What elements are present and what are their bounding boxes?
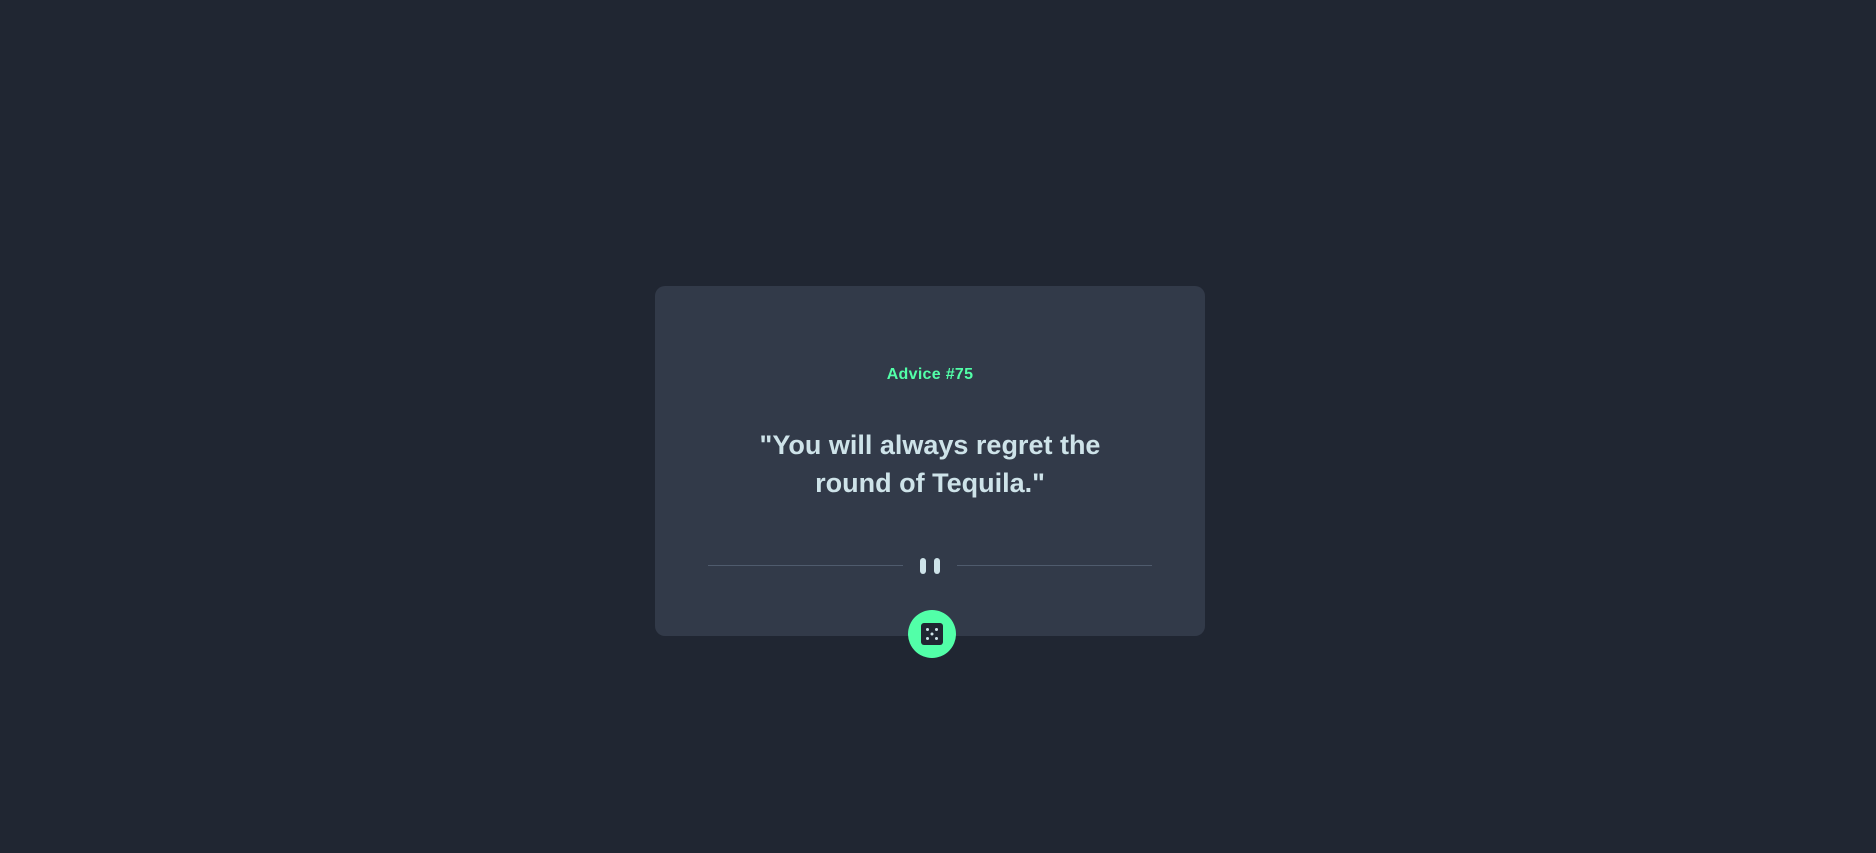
generate-advice-button[interactable] xyxy=(908,610,956,658)
advice-quote: "You will always regret the round of Teq… xyxy=(759,430,1101,498)
divider-line-left xyxy=(708,565,903,566)
divider-line-right xyxy=(957,565,1152,566)
pause-icon xyxy=(919,558,941,574)
advice-label: Advice #75 xyxy=(886,366,974,383)
page: Advice #75 "You will always regret the r… xyxy=(0,0,1876,853)
divider xyxy=(708,558,1152,574)
advice-card: Advice #75 "You will always regret the r… xyxy=(655,286,1205,636)
dice-icon xyxy=(921,623,943,645)
